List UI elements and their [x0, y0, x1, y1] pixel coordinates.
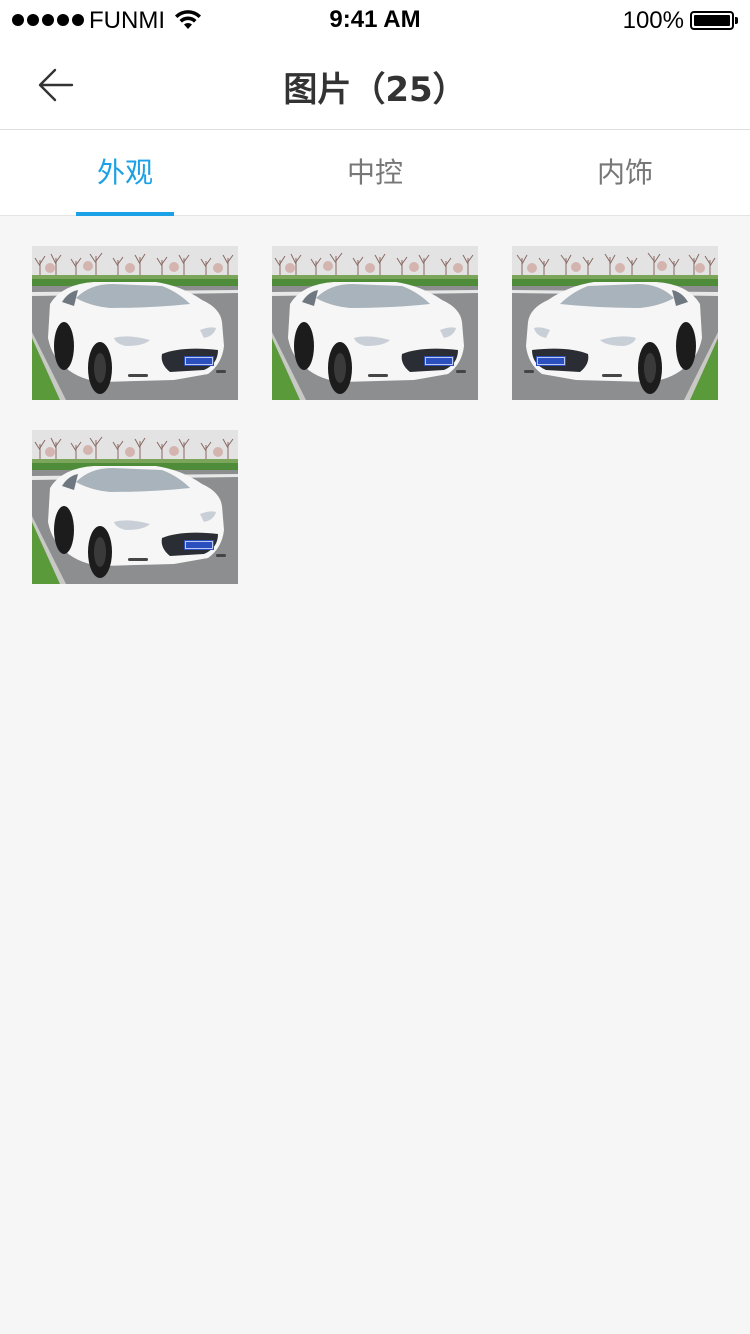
car-photo-3[interactable] [512, 246, 718, 400]
nav-bar: 图片（25） [0, 40, 750, 130]
page-title: 图片（25） [283, 70, 467, 110]
active-tab-indicator [76, 212, 174, 216]
battery-icon [690, 11, 738, 30]
tab-label: 内饰 [596, 156, 653, 189]
car-image [32, 430, 238, 584]
tab-label: 外观 [96, 156, 153, 189]
car-image [512, 246, 718, 400]
tab-exterior[interactable]: 外观 [0, 130, 250, 216]
tab-interior[interactable]: 内饰 [500, 130, 750, 215]
tab-dashboard[interactable]: 中控 [250, 130, 500, 215]
car-photo-4[interactable] [32, 430, 238, 584]
tab-label: 中控 [346, 156, 403, 189]
tab-bar: 外观 中控 内饰 [0, 130, 750, 216]
car-image [272, 246, 478, 400]
car-photo-1[interactable] [32, 246, 238, 400]
battery-percentage: 100% [622, 7, 684, 34]
car-image [32, 246, 238, 400]
car-photo-2[interactable] [272, 246, 478, 400]
status-bar: FUNMI 9:41 AM 100% [0, 0, 750, 40]
